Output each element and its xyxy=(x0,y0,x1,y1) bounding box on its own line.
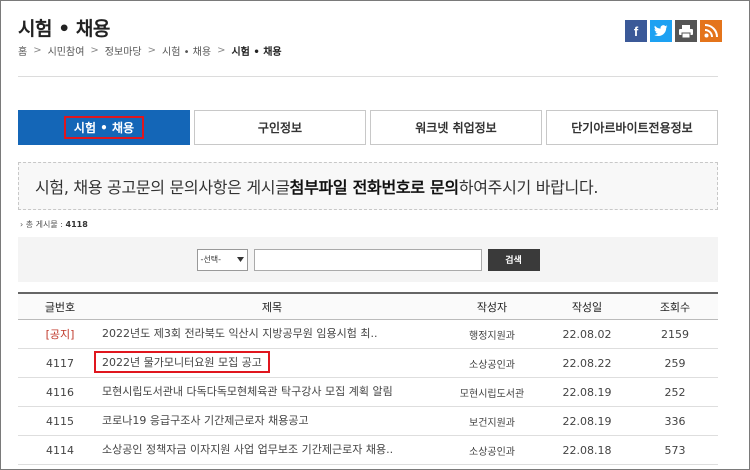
search-category-select[interactable]: -선택- xyxy=(196,248,248,271)
row-views: 259 xyxy=(664,356,686,370)
breadcrumb-home[interactable]: 홈 xyxy=(18,43,27,58)
facebook-icon[interactable]: f xyxy=(625,20,647,42)
notice-text-2: 하여주시기 바랍니다. xyxy=(458,178,599,197)
notice-text-1: 시험, 채용 공고문의 문의사항은 게시글 xyxy=(35,178,290,197)
breadcrumb: 홈 > 시민참여 > 정보마당 > 시험 • 채용 > 시험 • 채용 xyxy=(18,43,282,58)
row-title: 2022년 물가모니터요원 모집 공고 xyxy=(94,350,270,373)
tab-parttime-jobs[interactable]: 단기아르바이트전용정보 xyxy=(546,110,718,145)
header-date: 작성일 xyxy=(571,300,603,314)
row-author: 보건지원과 xyxy=(469,417,515,429)
notice-text-bold: 첨부파일 전화번호로 문의 xyxy=(289,178,459,197)
total-value: 4118 xyxy=(65,220,88,229)
row-no: [공지] xyxy=(45,328,75,341)
row-no: 4117 xyxy=(46,356,74,370)
notice-banner: 시험, 채용 공고문의 문의사항은 게시글 첨부파일 전화번호로 문의 하여주시… xyxy=(18,162,718,210)
row-title-link[interactable]: 2022년 물가모니터요원 모집 공고 xyxy=(94,350,442,376)
print-icon[interactable] xyxy=(675,20,697,42)
total-label: 총 게시물 : xyxy=(25,220,66,229)
row-title-link[interactable]: 소상공인 정책자금 이자지원 사업 업무보조 기간제근로자 채용.. xyxy=(102,441,442,460)
header-title: 제목 xyxy=(261,300,283,314)
row-date: 22.08.22 xyxy=(562,356,612,370)
row-no: 4114 xyxy=(46,443,74,457)
row-title: 2022년도 제3회 전라북도 익산시 지방공무원 임용시험 최.. xyxy=(102,326,378,340)
total-count: › 총 게시물 : 4118 xyxy=(20,219,88,230)
breadcrumb-item-citizen[interactable]: 시민참여 xyxy=(48,43,85,58)
divider xyxy=(18,76,718,77)
twitter-icon[interactable] xyxy=(650,20,672,42)
chevron-right-icon: > xyxy=(147,45,156,56)
breadcrumb-current: 시험 • 채용 xyxy=(231,47,282,58)
tab-label: 단기아르바이트전용정보 xyxy=(571,121,693,135)
tab-label: 시험 • 채용 xyxy=(63,116,145,139)
search-input[interactable] xyxy=(253,248,482,271)
row-title-link[interactable]: 모현시립도서관내 다독다독모현체육관 탁구강사 모집 계획 알림 xyxy=(102,383,442,402)
row-views: 573 xyxy=(664,443,686,457)
search-bar: -선택- 검색 xyxy=(18,237,718,282)
rss-icon[interactable] xyxy=(700,20,722,42)
chevron-right-icon: > xyxy=(90,45,99,56)
row-author: 소상공인과 xyxy=(469,359,515,371)
row-author: 소상공인과 xyxy=(469,446,515,458)
table-row: 4116 모현시립도서관내 다독다독모현체육관 탁구강사 모집 계획 알림 모현… xyxy=(18,378,718,407)
row-date: 22.08.19 xyxy=(562,385,612,399)
row-title: 코로나19 응급구조사 기간제근로자 채용공고 xyxy=(102,413,309,427)
row-views: 2159 xyxy=(661,327,689,341)
select-value: -선택- xyxy=(200,255,222,264)
tab-label: 구인정보 xyxy=(257,121,303,135)
post-table: 글번호 제목 작성자 작성일 조회수 [공지] 2022년도 제3회 전라북도 … xyxy=(18,292,718,465)
table-row: 4117 2022년 물가모니터요원 모집 공고 소상공인과 22.08.22 … xyxy=(18,349,718,378)
tab-bar: 시험 • 채용 구인정보 워크넷 취업정보 단기아르바이트전용정보 xyxy=(18,110,718,145)
tab-exam-recruit[interactable]: 시험 • 채용 xyxy=(18,110,190,145)
header-no: 글번호 xyxy=(44,300,76,314)
chevron-down-icon xyxy=(236,255,244,264)
row-title-link[interactable]: 2022년도 제3회 전라북도 익산시 지방공무원 임용시험 최.. xyxy=(102,325,442,344)
breadcrumb-item-info[interactable]: 정보마당 xyxy=(105,43,142,58)
chevron-right-icon: > xyxy=(217,45,226,56)
header-views: 조회수 xyxy=(659,300,691,314)
row-title: 소상공인 정책자금 이자지원 사업 업무보조 기간제근로자 채용.. xyxy=(102,442,394,456)
page-title: 시험 • 채용 xyxy=(18,18,110,40)
share-bar: f xyxy=(625,20,722,42)
header-author: 작성자 xyxy=(476,300,508,314)
row-title: 모현시립도서관내 다독다독모현체육관 탁구강사 모집 계획 알림 xyxy=(102,384,393,398)
tab-worknet-jobs[interactable]: 워크넷 취업정보 xyxy=(370,110,542,145)
chevron-right-icon: > xyxy=(33,45,42,56)
row-no: 4115 xyxy=(46,414,74,428)
row-date: 22.08.02 xyxy=(562,327,612,341)
row-no: 4116 xyxy=(46,385,74,399)
tab-job-offers[interactable]: 구인정보 xyxy=(194,110,366,145)
table-row: 4114 소상공인 정책자금 이자지원 사업 업무보조 기간제근로자 채용.. … xyxy=(18,436,718,465)
table-row: 4115 코로나19 응급구조사 기간제근로자 채용공고 보건지원과 22.08… xyxy=(18,407,718,436)
table-row: [공지] 2022년도 제3회 전라북도 익산시 지방공무원 임용시험 최.. … xyxy=(18,320,718,349)
row-date: 22.08.19 xyxy=(562,414,612,428)
row-author: 행정지원과 xyxy=(469,330,515,342)
search-button[interactable]: 검색 xyxy=(487,248,540,271)
row-author: 모현시립도서관 xyxy=(459,388,525,400)
tab-label: 워크넷 취업정보 xyxy=(415,121,497,135)
table-header: 글번호 제목 작성자 작성일 조회수 xyxy=(18,292,718,320)
row-title-link[interactable]: 코로나19 응급구조사 기간제근로자 채용공고 xyxy=(102,412,442,431)
breadcrumb-item-exam[interactable]: 시험 • 채용 xyxy=(162,43,211,58)
row-views: 252 xyxy=(664,385,686,399)
row-views: 336 xyxy=(664,414,686,428)
row-date: 22.08.18 xyxy=(562,443,612,457)
